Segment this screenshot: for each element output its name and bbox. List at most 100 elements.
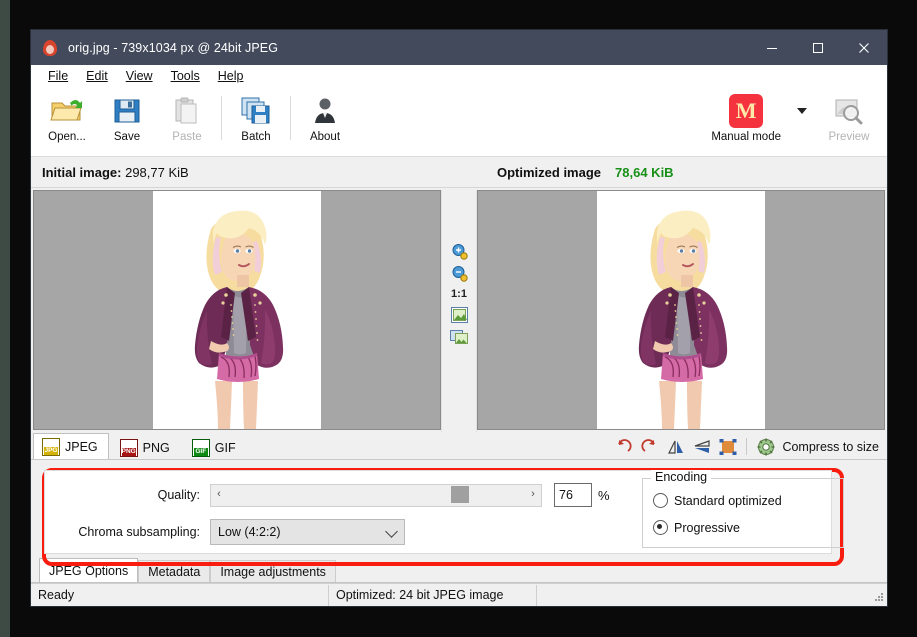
person-about-icon: [305, 94, 345, 128]
menu-tools-label: Tools: [170, 69, 200, 83]
open-button[interactable]: Open...: [37, 88, 97, 143]
format-tab-bar: JPG JPEG PNG PNG GIF GIF Compress to siz…: [31, 432, 887, 460]
chroma-subsampling-label: Chroma subsampling:: [78, 525, 200, 539]
save-button[interactable]: Save: [97, 88, 157, 143]
desktop-background: orig.jpg - 739x1034 px @ 24bit JPEG File…: [0, 0, 917, 637]
preview-label: Preview: [828, 131, 870, 143]
quality-label: Quality:: [157, 488, 200, 502]
chevron-down-icon[interactable]: [797, 108, 807, 114]
paste-button[interactable]: Paste: [157, 88, 217, 143]
floppy-save-icon: [107, 94, 147, 128]
menu-tools[interactable]: Tools: [162, 67, 209, 85]
menu-file[interactable]: File: [39, 67, 77, 85]
preview-area: 1:1: [31, 188, 887, 432]
menu-help[interactable]: Help: [209, 67, 253, 85]
about-button-label: About: [309, 131, 341, 143]
compare-side-by-side-icon[interactable]: [450, 328, 468, 346]
status-bar: Ready Optimized: 24 bit JPEG image: [31, 583, 887, 606]
manual-mode-badge-icon: M: [729, 94, 764, 128]
compress-to-size-label[interactable]: Compress to size: [782, 440, 879, 454]
resize-grip[interactable]: [874, 593, 884, 603]
quality-percent-label: %: [598, 487, 610, 503]
original-illustration: [153, 191, 321, 429]
manual-mode-badge-letter: M: [729, 94, 764, 128]
clipboard-paste-icon: [167, 94, 207, 128]
batch-button-label: Batch: [241, 131, 271, 143]
rotate-right-icon[interactable]: [640, 437, 659, 456]
image-size-bar: Initial image: 298,77 KiB Optimized imag…: [31, 157, 887, 188]
open-folder-icon: [47, 94, 87, 128]
resize-icon[interactable]: [718, 437, 737, 456]
maximize-button[interactable]: [795, 30, 841, 65]
quality-row: Quality: ‹ › 76 %: [45, 483, 625, 507]
encoding-groupbox: Encoding Standard optimized Progressive: [642, 470, 844, 548]
encoding-group-title: Encoding: [651, 470, 712, 484]
close-button[interactable]: [841, 30, 887, 65]
toolbar-separator-2: [290, 96, 291, 140]
menu-edit[interactable]: Edit: [77, 67, 117, 85]
jpeg-options-area: Quality: ‹ › 76 % Chroma subsampling: Lo…: [31, 460, 887, 566]
menu-bar: File Edit View Tools Help: [31, 65, 887, 88]
riot-flame-icon: [41, 39, 59, 57]
quality-slider[interactable]: ‹ ›: [210, 483, 542, 507]
main-toolbar: Open... Save Paste Batch About M Manual …: [31, 88, 887, 157]
zoom-out-icon[interactable]: [450, 264, 468, 282]
tab-jpeg-label: JPEG: [65, 439, 98, 454]
optimized-image-canvas: [597, 191, 765, 429]
chroma-row: Chroma subsampling: Low (4:2:2): [45, 519, 405, 545]
encoding-progressive-option[interactable]: Progressive: [653, 520, 843, 535]
batch-stack-icon: [236, 94, 276, 128]
slider-right-arrow[interactable]: ›: [525, 485, 541, 504]
menu-view[interactable]: View: [117, 67, 162, 85]
optimized-image-value: 78,64 KiB: [615, 164, 674, 180]
preview-magnifier-icon: [829, 94, 869, 128]
image-tools-group: Compress to size: [614, 437, 879, 456]
fit-to-window-icon[interactable]: [450, 306, 468, 324]
quality-input[interactable]: 76: [554, 483, 592, 507]
jpeg-file-icon: JPG: [42, 437, 60, 456]
minimize-button[interactable]: [749, 30, 795, 65]
manual-mode-button[interactable]: M Manual mode: [711, 88, 781, 143]
chroma-subsampling-value: Low (4:2:2): [218, 525, 281, 539]
slider-left-arrow[interactable]: ‹: [211, 485, 227, 504]
about-button[interactable]: About: [295, 88, 355, 143]
paste-button-label: Paste: [172, 131, 202, 143]
window-titlebar[interactable]: orig.jpg - 739x1034 px @ 24bit JPEG: [31, 30, 887, 65]
window-controls: [749, 30, 887, 65]
batch-button[interactable]: Batch: [226, 88, 286, 143]
encoding-standard-option[interactable]: Standard optimized: [653, 493, 843, 508]
chroma-subsampling-select[interactable]: Low (4:2:2): [210, 519, 405, 545]
jpeg-badge-text: JPG: [44, 446, 58, 455]
open-button-label: Open...: [48, 131, 86, 143]
encoding-standard-label: Standard optimized: [674, 493, 782, 508]
chevron-down-icon: [385, 525, 398, 538]
original-image-canvas: [153, 191, 321, 429]
radio-progressive[interactable]: [653, 520, 668, 535]
menu-help-label: Help: [217, 69, 244, 83]
flip-horizontal-icon[interactable]: [666, 437, 685, 456]
tools-separator: [746, 438, 748, 455]
status-spacer: [537, 585, 544, 606]
zoom-in-icon[interactable]: [450, 242, 468, 260]
radio-standard-optimized[interactable]: [653, 493, 668, 508]
menu-edit-label: Edit: [86, 69, 108, 83]
toolbar-right-group: M Manual mode Preview: [711, 88, 879, 143]
tab-gif[interactable]: GIF GIF: [183, 435, 247, 459]
optimized-image-label: Optimized image: [497, 164, 602, 180]
manual-mode-label: Manual mode: [711, 131, 781, 143]
optimized-image-info: Optimized image 78,64 KiB: [497, 165, 674, 180]
original-image-pane[interactable]: [33, 190, 441, 430]
tab-png[interactable]: PNG PNG: [111, 435, 181, 459]
slider-thumb[interactable]: [451, 485, 469, 503]
gear-icon[interactable]: [756, 437, 775, 456]
flip-vertical-icon[interactable]: [692, 437, 711, 456]
rotate-left-icon[interactable]: [614, 437, 633, 456]
preview-button[interactable]: Preview: [819, 88, 879, 143]
tab-jpeg[interactable]: JPG JPEG: [33, 433, 109, 459]
menu-view-label: View: [125, 69, 153, 83]
gif-file-icon: GIF: [191, 438, 210, 457]
optimized-image-pane[interactable]: [477, 190, 885, 430]
riot-image-optimizer-window: orig.jpg - 739x1034 px @ 24bit JPEG File…: [31, 30, 887, 606]
tab-png-label: PNG: [142, 440, 170, 455]
zoom-ratio-label[interactable]: 1:1: [451, 288, 467, 300]
